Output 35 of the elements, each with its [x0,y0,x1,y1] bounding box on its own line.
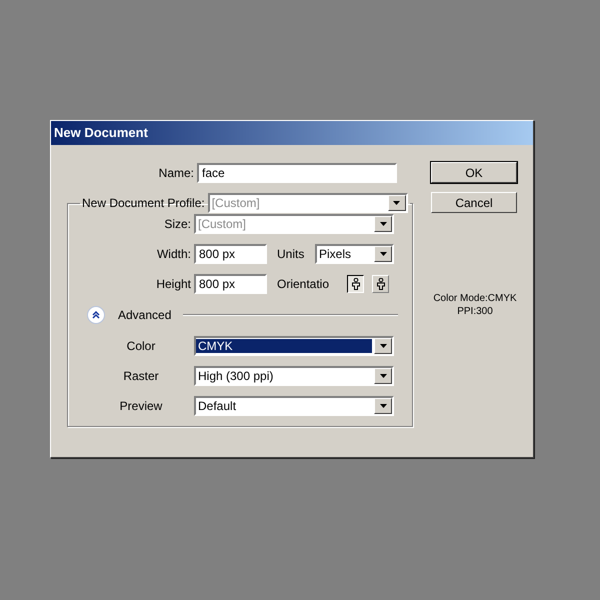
double-chevron-up-icon [91,310,101,320]
section-label: Advanced [118,308,172,322]
field-label: Raster [122,369,160,383]
field-label: Size: [163,217,192,231]
field-label: Color [126,339,156,353]
dropdown[interactable]: Default [194,396,394,416]
caret-icon [380,404,386,408]
info-text: Color Mode:CMYK [432,292,518,305]
input-field[interactable]: 800 px [194,244,267,264]
caret-icon [380,222,386,226]
field-label: Name: [158,166,195,180]
person-icon [350,278,360,290]
input-field[interactable]: face [197,163,397,183]
person-icon [376,278,386,290]
caret-icon [380,252,386,256]
ok-button[interactable]: OK [431,162,517,183]
field-label: New Document Profile: [82,196,206,210]
caret-icon [393,201,400,205]
field-label: Height [155,277,192,291]
caret-icon [380,344,386,348]
field-label: Preview [118,399,164,413]
info-text: PPI:300 [456,305,494,318]
field-label: Width: [156,247,192,261]
dropdown[interactable]: CMYK [194,336,394,356]
collapse-button[interactable] [87,306,105,324]
field-label: Orientatio [277,277,330,291]
input-field[interactable]: 800 px [194,274,267,294]
cancel-button[interactable]: Cancel [431,192,517,213]
dropdown[interactable]: High (300 ppi) [194,366,394,386]
caret-icon [380,374,386,378]
dropdown[interactable]: Pixels [315,244,394,264]
landscape-button[interactable] [372,275,389,293]
portrait-button[interactable] [347,275,364,293]
field-label: Units [277,247,306,261]
window-title: New Document [51,121,533,145]
